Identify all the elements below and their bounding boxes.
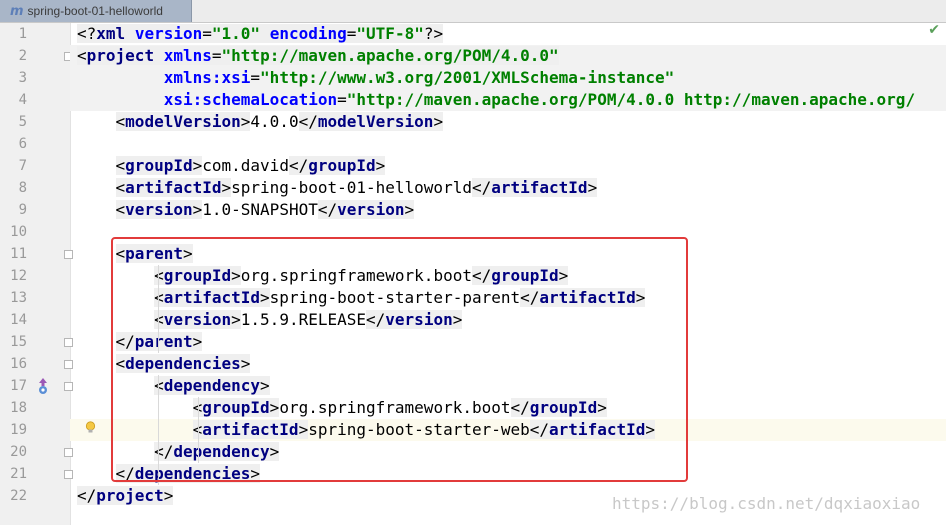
line-number: 13: [10, 290, 27, 306]
line-number: 1: [18, 26, 27, 42]
line-number: 11: [10, 246, 27, 262]
line-number: 6: [18, 136, 27, 152]
tab-pom-file[interactable]: m spring-boot-01-helloworld: [0, 0, 192, 22]
code-text: <project xmlns="http://maven.apache.org/…: [77, 46, 559, 65]
code-text: <version>1.0-SNAPSHOT</version>: [115, 200, 415, 219]
code-line[interactable]: <modelVersion>4.0.0</modelVersion>: [70, 111, 946, 133]
editor-tab-bar: m spring-boot-01-helloworld: [0, 0, 946, 23]
highlight-annotation-box: [111, 237, 688, 482]
line-number: 16: [10, 356, 27, 372]
code-text: <groupId>com.david</groupId>: [115, 156, 386, 175]
code-line[interactable]: xmlns:xsi="http://www.w3.org/2001/XMLSch…: [70, 67, 946, 89]
line-number: 20: [10, 444, 27, 460]
maven-icon: m: [10, 3, 24, 19]
code-text: <?xml version="1.0" encoding="UTF-8"?>: [77, 24, 444, 43]
code-text: xmlns:xsi="http://www.w3.org/2001/XMLSch…: [163, 68, 675, 87]
line-number: 19: [10, 422, 27, 438]
line-number: 7: [18, 158, 27, 174]
line-number: 15: [10, 334, 27, 350]
line-number: 21: [10, 466, 27, 482]
line-number: 17: [10, 378, 27, 394]
code-line[interactable]: <?xml version="1.0" encoding="UTF-8"?>: [70, 23, 946, 45]
line-number: 3: [18, 70, 27, 86]
code-text: xsi:schemaLocation="http://maven.apache.…: [163, 90, 916, 109]
code-line[interactable]: <version>1.0-SNAPSHOT</version>: [70, 199, 946, 221]
line-number: 18: [10, 400, 27, 416]
line-number: 4: [18, 92, 27, 108]
code-text: <modelVersion>4.0.0</modelVersion>: [115, 112, 444, 131]
code-line[interactable]: <groupId>com.david</groupId>: [70, 155, 946, 177]
line-number: 10: [10, 224, 27, 240]
code-line[interactable]: xsi:schemaLocation="http://maven.apache.…: [70, 89, 946, 111]
code-line[interactable]: <artifactId>spring-boot-01-helloworld</a…: [70, 177, 946, 199]
code-line[interactable]: [70, 133, 946, 155]
watermark: https://blog.csdn.net/dqxiaoxiao: [612, 494, 921, 513]
line-number: 2: [18, 48, 27, 64]
lightbulb-icon[interactable]: [85, 421, 96, 434]
overriding-method-icon[interactable]: [37, 377, 49, 395]
line-number: 8: [18, 180, 27, 196]
line-number: 9: [18, 202, 27, 218]
line-number: 22: [10, 488, 27, 504]
code-text: </project>: [77, 486, 174, 505]
line-number: 5: [18, 114, 27, 130]
code-line[interactable]: <project xmlns="http://maven.apache.org/…: [70, 45, 946, 67]
line-number-gutter[interactable]: 1 2 3 4 5 6 7 8 9 10 11 12 13 14 15 16 17 18 19 20 21 22: [0, 23, 73, 525]
line-number: 14: [10, 312, 27, 328]
line-number: 12: [10, 268, 27, 284]
tab-label: spring-boot-01-helloworld: [27, 4, 163, 18]
checkmark-icon: ✔: [928, 22, 940, 38]
code-text: <artifactId>spring-boot-01-helloworld</a…: [115, 178, 598, 197]
